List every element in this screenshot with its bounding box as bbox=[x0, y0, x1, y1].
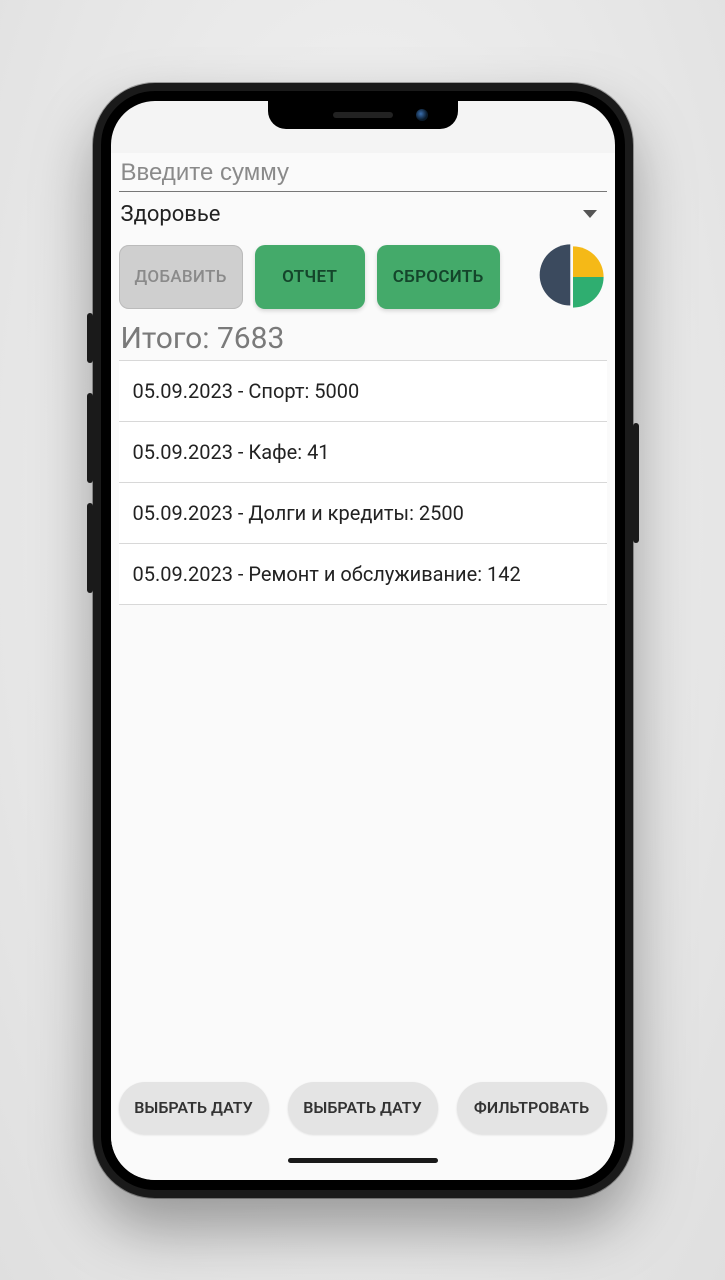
list-item-text: 05.09.2023 - Долги и кредиты: 2500 bbox=[133, 501, 464, 525]
list-item[interactable]: 05.09.2023 - Долги и кредиты: 2500 bbox=[119, 483, 607, 544]
chevron-down-icon bbox=[583, 210, 597, 218]
total-label: Итого: 7683 bbox=[119, 311, 607, 360]
list-item[interactable]: 05.09.2023 - Ремонт и обслуживание: 142 bbox=[119, 544, 607, 605]
report-button[interactable]: ОТЧЕТ bbox=[255, 245, 365, 309]
report-button-label: ОТЧЕТ bbox=[282, 267, 337, 287]
volume-down-button bbox=[87, 503, 93, 593]
select-date-2-button[interactable]: ВЫБРАТЬ ДАТУ bbox=[288, 1082, 438, 1134]
home-indicator bbox=[119, 1150, 607, 1172]
category-dropdown[interactable]: Здоровье bbox=[119, 192, 607, 237]
filter-button[interactable]: ФИЛЬТРОВАТЬ bbox=[457, 1082, 607, 1134]
power-button bbox=[633, 423, 639, 543]
entries-list: 05.09.2023 - Спорт: 5000 05.09.2023 - Ка… bbox=[119, 360, 607, 605]
select-date-2-label: ВЫБРАТЬ ДАТУ bbox=[303, 1098, 421, 1117]
device-notch bbox=[268, 101, 458, 129]
phone-frame: Здоровье ДОБАВИТЬ ОТЧЕТ СБРОСИТЬ bbox=[93, 83, 633, 1198]
app-root: Здоровье ДОБАВИТЬ ОТЧЕТ СБРОСИТЬ bbox=[111, 153, 615, 1180]
top-button-row: ДОБАВИТЬ ОТЧЕТ СБРОСИТЬ bbox=[119, 243, 607, 311]
select-date-1-label: ВЫБРАТЬ ДАТУ bbox=[134, 1098, 252, 1117]
filter-label: ФИЛЬТРОВАТЬ bbox=[474, 1098, 589, 1117]
category-dropdown-value: Здоровье bbox=[121, 202, 221, 227]
list-item-text: 05.09.2023 - Ремонт и обслуживание: 142 bbox=[133, 562, 521, 586]
add-button-label: ДОБАВИТЬ bbox=[135, 267, 227, 287]
amount-input[interactable] bbox=[119, 153, 607, 192]
reset-button[interactable]: СБРОСИТЬ bbox=[377, 245, 500, 309]
add-button[interactable]: ДОБАВИТЬ bbox=[119, 245, 243, 309]
select-date-1-button[interactable]: ВЫБРАТЬ ДАТУ bbox=[119, 1082, 269, 1134]
list-item-text: 05.09.2023 - Кафе: 41 bbox=[133, 440, 330, 464]
list-item-text: 05.09.2023 - Спорт: 5000 bbox=[133, 379, 360, 403]
pie-chart-icon[interactable] bbox=[539, 243, 607, 311]
list-item[interactable]: 05.09.2023 - Кафе: 41 bbox=[119, 422, 607, 483]
reset-button-label: СБРОСИТЬ bbox=[393, 267, 484, 287]
list-item[interactable]: 05.09.2023 - Спорт: 5000 bbox=[119, 360, 607, 422]
screen: Здоровье ДОБАВИТЬ ОТЧЕТ СБРОСИТЬ bbox=[111, 101, 615, 1180]
volume-up-button bbox=[87, 393, 93, 483]
side-button bbox=[87, 313, 93, 363]
bottom-button-row: ВЫБРАТЬ ДАТУ ВЫБРАТЬ ДАТУ ФИЛЬТРОВАТЬ bbox=[119, 1072, 607, 1150]
